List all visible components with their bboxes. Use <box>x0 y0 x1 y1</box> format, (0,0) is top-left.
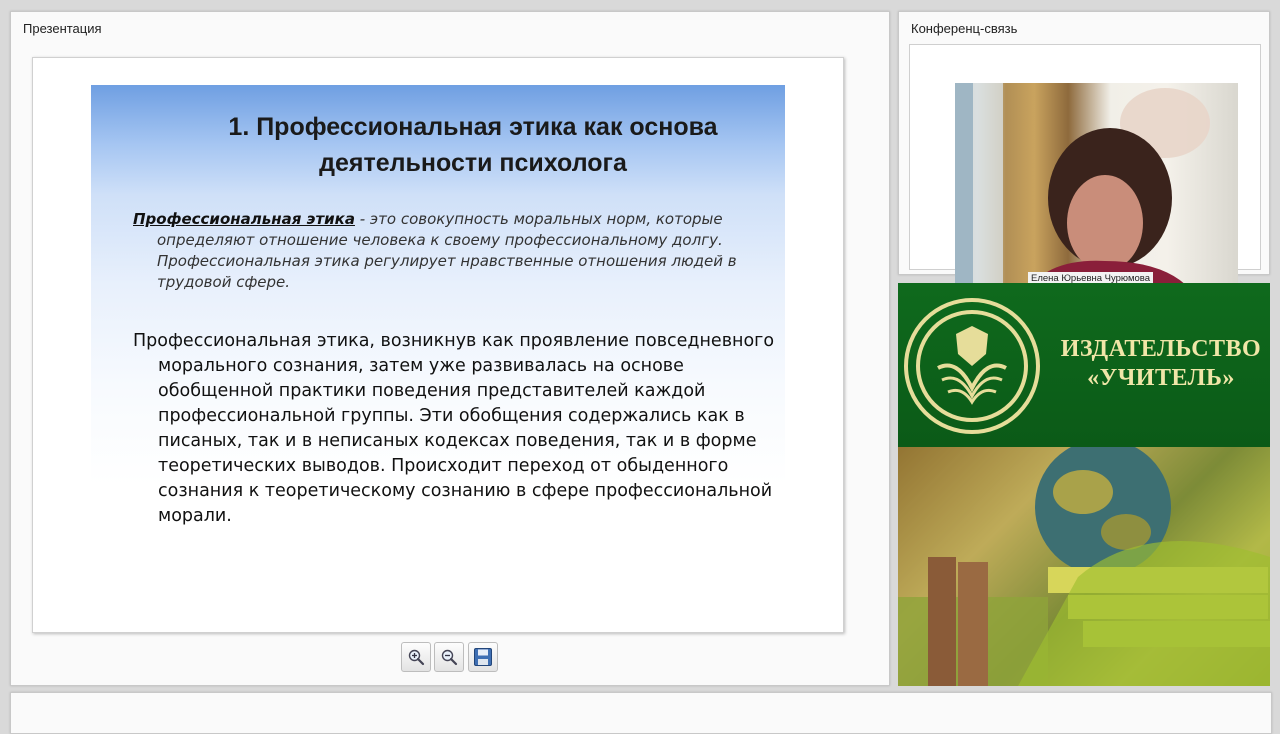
slide-body-text: Профессиональная этика, возникнув как пр… <box>133 331 775 526</box>
conference-panel-title: Конференц-связь <box>911 21 1018 36</box>
participant-image <box>955 83 1210 295</box>
slide-viewer[interactable]: 1. Профессиональная этика как основа дея… <box>32 57 844 633</box>
slide-definition: Профессиональная этика - это совокупност… <box>133 209 757 293</box>
zoom-out-icon <box>441 649 458 666</box>
zoom-in-button[interactable] <box>401 642 431 672</box>
banner-image <box>898 447 1270 686</box>
zoom-out-button[interactable] <box>434 642 464 672</box>
participant-video[interactable]: Елена Юрьевна Чурюмова <box>955 83 1238 295</box>
publisher-banner[interactable]: ИЗДАТЕЛЬСТВО «УЧИТЕЛЬ» <box>898 283 1270 686</box>
zoom-in-icon <box>408 649 425 666</box>
publisher-name: ИЗДАТЕЛЬСТВО «УЧИТЕЛЬ» <box>1056 335 1266 393</box>
bottom-panel <box>10 692 1272 734</box>
publisher-name-line1: ИЗДАТЕЛЬСТВО <box>1060 336 1262 362</box>
save-icon <box>474 648 492 666</box>
presentation-panel: Презентация 1. Профессиональная этика ка… <box>10 11 890 686</box>
slide-title: 1. Профессиональная этика как основа дея… <box>228 113 718 177</box>
definition-term: Профессиональная этика <box>133 210 355 228</box>
save-button[interactable] <box>468 642 498 672</box>
publisher-logo-icon <box>904 298 1040 434</box>
banner-header: ИЗДАТЕЛЬСТВО «УЧИТЕЛЬ» <box>898 283 1270 447</box>
video-frame: Елена Юрьевна Чурюмова <box>909 44 1261 295</box>
books-globe-image <box>898 447 1270 686</box>
slide: 1. Профессиональная этика как основа дея… <box>91 85 785 565</box>
presentation-panel-title: Презентация <box>23 21 102 36</box>
conference-panel: Конференц-связь Елена Юрьевна Чурюмова <box>898 11 1270 295</box>
publisher-name-line2: «УЧИТЕЛЬ» <box>1087 365 1235 391</box>
